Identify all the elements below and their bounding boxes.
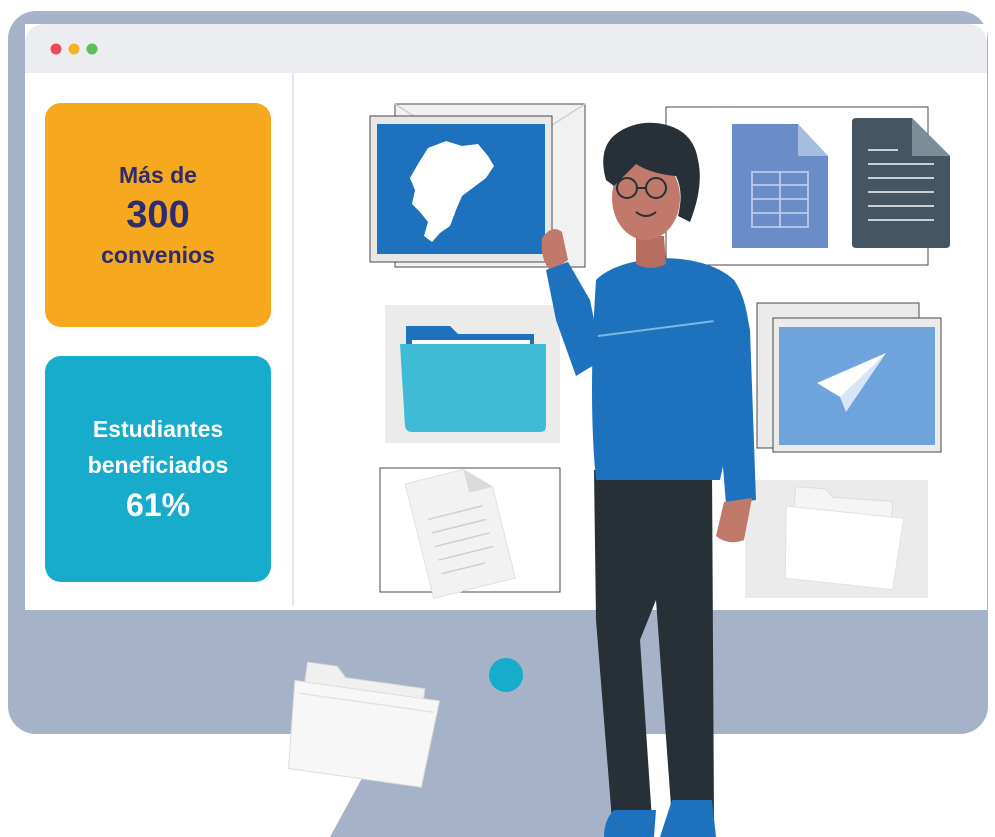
folder-outline-panel [745,480,928,598]
documents-panel [665,106,950,266]
sheet-panel [379,467,561,599]
close-dot[interactable] [50,43,62,55]
power-button[interactable] [489,658,523,692]
stat-card-estudiantes: Estudiantes beneficiados 61% [45,356,271,582]
folder-outline-icon [784,486,905,591]
stat-convenios-value: 300 [126,194,190,236]
folder-icon [400,326,546,432]
stat-convenios-prefix: Más de [119,162,197,188]
window-title-bar [25,24,987,73]
maximize-dot[interactable] [86,43,98,55]
stat-estudiantes-label-2: beneficiados [87,452,229,478]
stat-card-convenios: Más de 300 convenios [45,103,271,327]
spreadsheet-icon [732,124,828,248]
folder-panel [385,305,560,443]
stat-estudiantes-value: 61% [125,487,191,523]
stat-convenios-label: convenios [101,242,215,268]
stat-estudiantes-label-1: Estudiantes [92,416,224,442]
minimize-dot[interactable] [68,43,80,55]
paper-plane-window [756,302,942,453]
